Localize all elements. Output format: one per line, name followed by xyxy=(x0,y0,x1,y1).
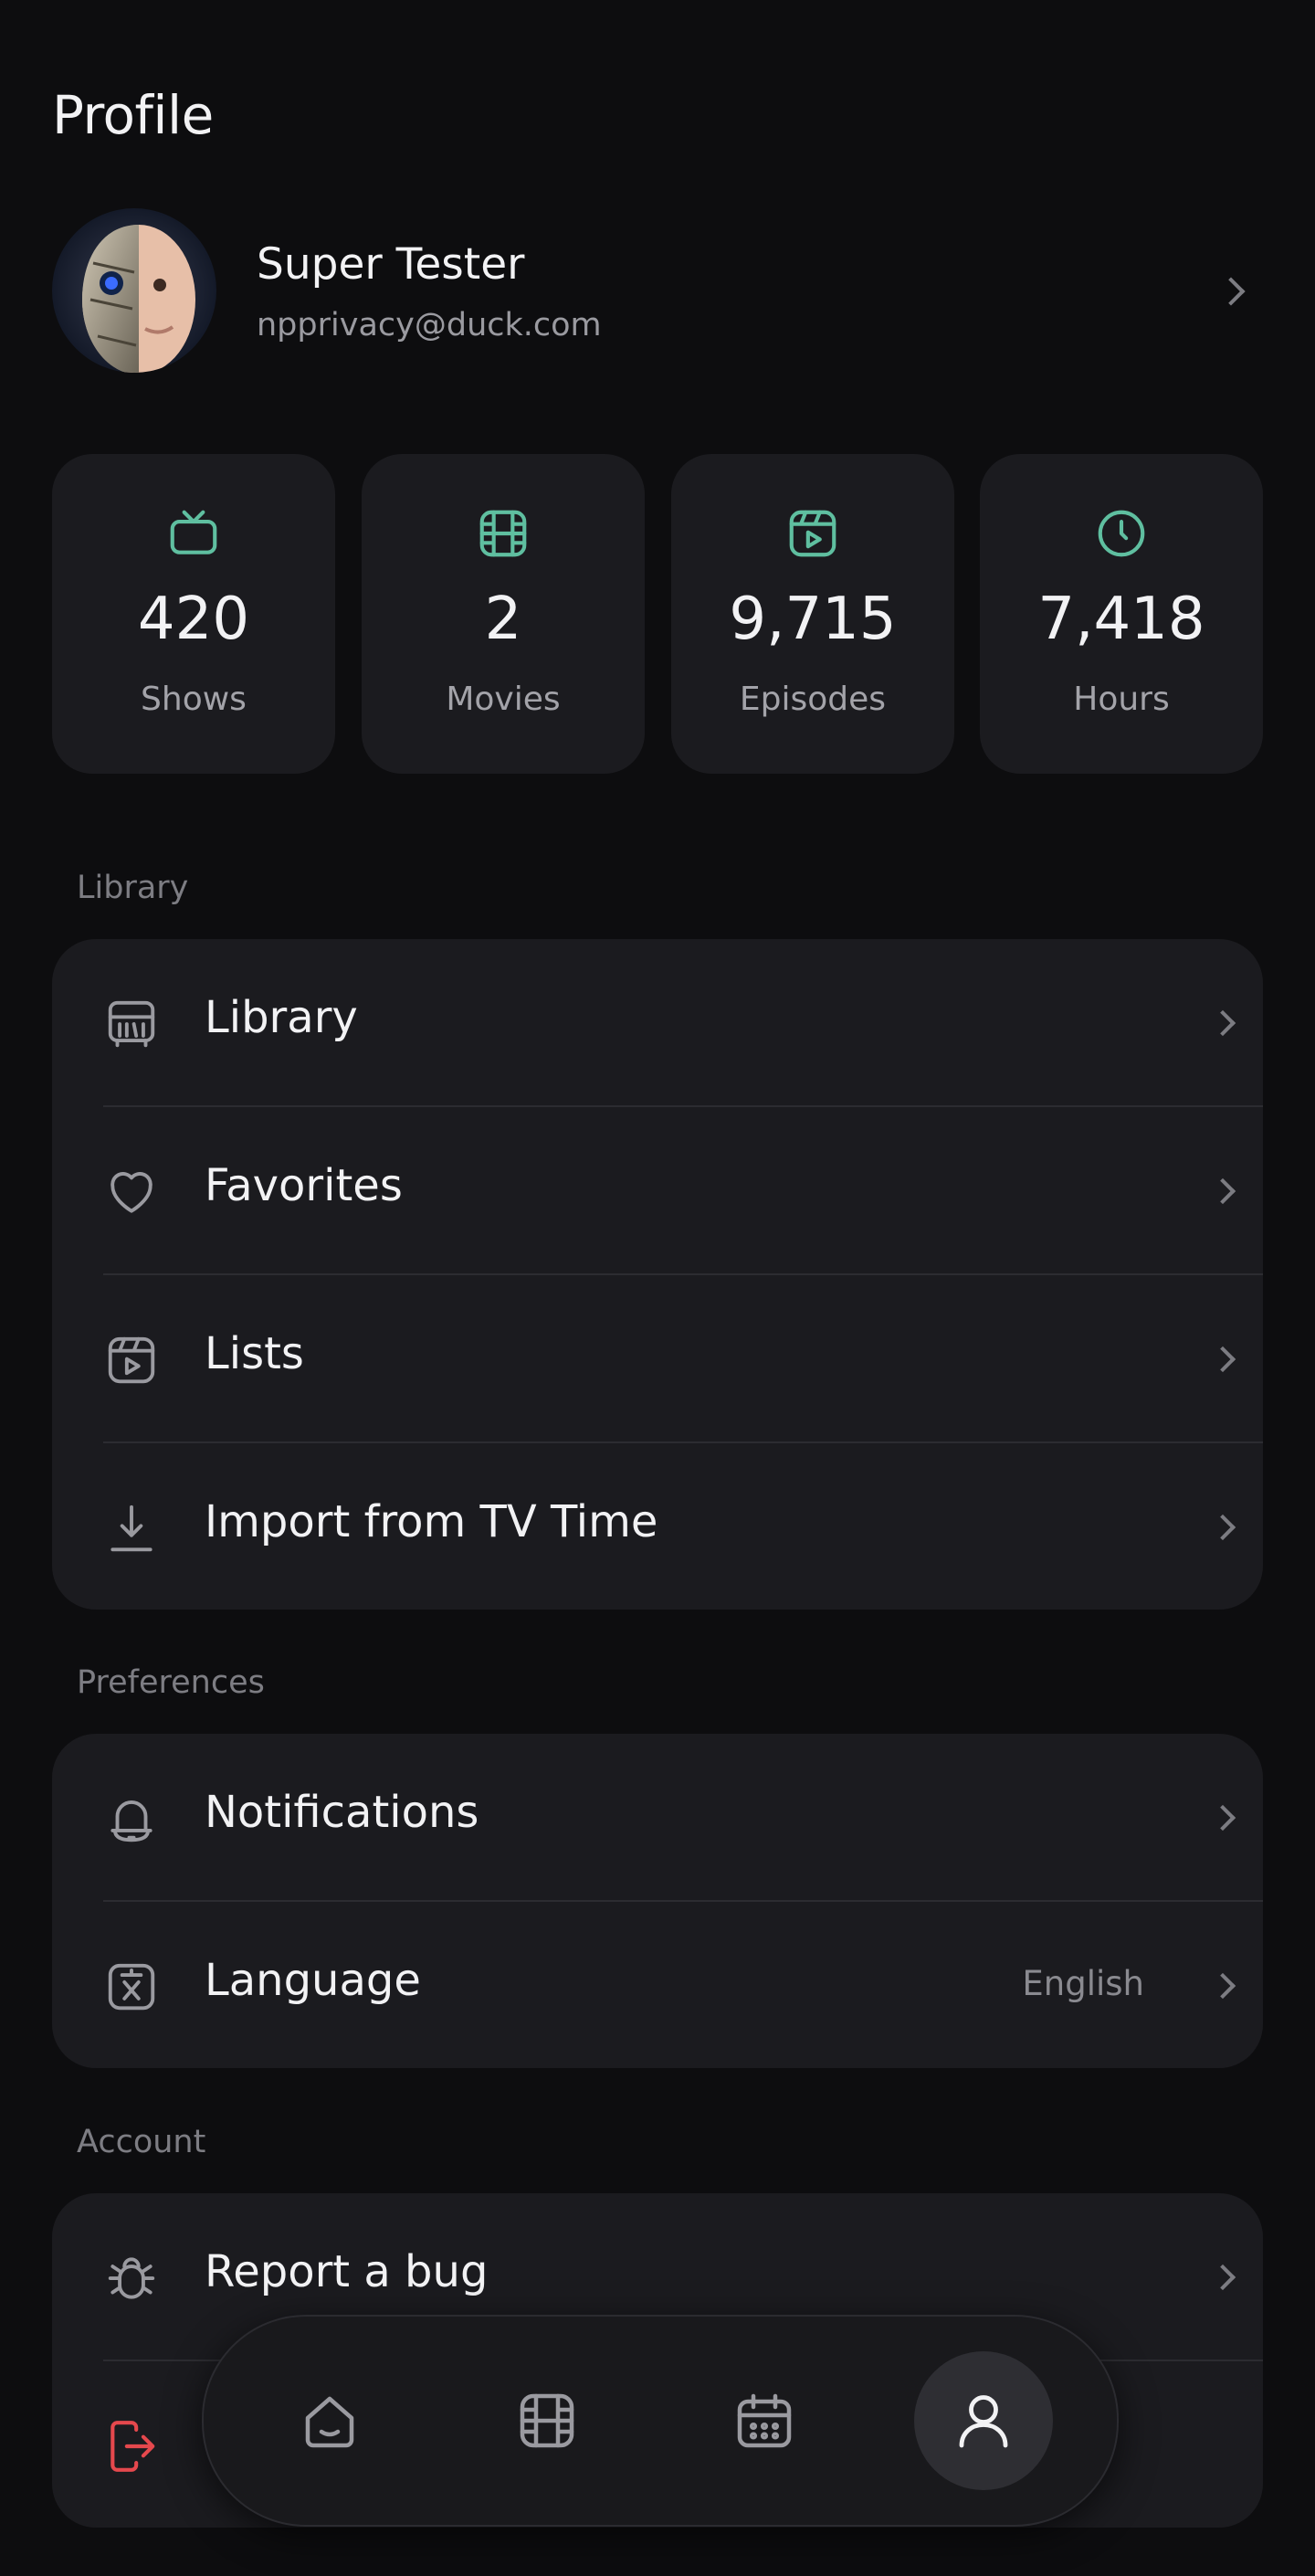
bug-icon xyxy=(108,2257,155,2299)
stat-card-shows[interactable]: 420 Shows xyxy=(52,454,335,774)
clock-icon xyxy=(1098,510,1145,557)
tab-home[interactable] xyxy=(260,2351,399,2490)
home-icon xyxy=(305,2396,354,2448)
section-label-account: Account xyxy=(77,2124,206,2160)
menu-item-label: Library xyxy=(205,992,358,1043)
menu-item-label: Lists xyxy=(205,1328,304,1379)
menu-item-language[interactable]: Language English xyxy=(52,1902,1263,2068)
library-icon xyxy=(108,1000,155,1048)
heart-icon xyxy=(110,1172,153,1213)
tab-profile[interactable] xyxy=(914,2351,1053,2490)
stat-card-hours[interactable]: 7,418 Hours xyxy=(980,454,1263,774)
menu-item-lists[interactable]: Lists xyxy=(52,1275,1263,1443)
tab-calendar[interactable] xyxy=(695,2351,834,2490)
stat-label: Shows xyxy=(141,681,247,718)
menu-item-library[interactable]: Library xyxy=(52,939,1263,1107)
film-icon xyxy=(520,2393,574,2448)
chevron-right-icon xyxy=(1209,1514,1236,1541)
profile-email: npprivacy@duck.com xyxy=(257,307,602,343)
section-label-library: Library xyxy=(77,870,189,906)
stat-value: 7,418 xyxy=(1037,586,1205,653)
logout-icon xyxy=(110,2421,155,2472)
chevron-right-icon xyxy=(1216,277,1246,306)
clapper-icon xyxy=(108,1336,155,1384)
bell-icon xyxy=(110,1800,153,1842)
stat-card-episodes[interactable]: 9,715 Episodes xyxy=(671,454,954,774)
chevron-right-icon xyxy=(1209,1972,1236,2000)
menu-item-label: Language xyxy=(205,1955,421,2006)
avatar[interactable] xyxy=(52,208,216,373)
film-icon xyxy=(479,510,527,557)
tv-icon xyxy=(170,510,217,554)
menu-item-label: Notifications xyxy=(205,1787,479,1838)
tab-movies[interactable] xyxy=(478,2351,616,2490)
stat-label: Episodes xyxy=(739,681,887,718)
section-label-preferences: Preferences xyxy=(77,1664,265,1701)
page-title: Profile xyxy=(52,84,214,146)
chevron-right-icon xyxy=(1209,2264,1236,2291)
stat-label: Movies xyxy=(446,681,561,718)
clapper-icon xyxy=(789,510,836,557)
stat-value: 2 xyxy=(484,586,522,653)
chevron-right-icon xyxy=(1209,1009,1236,1037)
stat-value: 420 xyxy=(137,586,250,653)
tab-bar xyxy=(202,2315,1119,2527)
preferences-card: Notifications Language English xyxy=(52,1734,1263,2068)
chevron-right-icon xyxy=(1209,1804,1236,1832)
user-icon xyxy=(959,2395,1008,2448)
menu-item-notifications[interactable]: Notifications xyxy=(52,1734,1263,1902)
calendar-icon xyxy=(737,2393,792,2448)
chevron-right-icon xyxy=(1209,1177,1236,1205)
translate-icon xyxy=(108,1963,155,2011)
menu-item-label: Favorites xyxy=(205,1160,403,1211)
library-card: Library Favorites Lists Import from TV T… xyxy=(52,939,1263,1610)
download-icon xyxy=(110,1504,153,1552)
profile-name: Super Tester xyxy=(257,239,525,290)
chevron-right-icon xyxy=(1209,1346,1236,1373)
stats-grid: 420 Shows 2 Movies 9,715 Episodes 7,418 … xyxy=(52,454,1263,774)
menu-item-import[interactable]: Import from TV Time xyxy=(52,1443,1263,1610)
menu-item-label: Import from TV Time xyxy=(205,1496,658,1547)
language-value: English xyxy=(1022,1964,1144,2003)
stat-value: 9,715 xyxy=(729,586,897,653)
menu-item-label: Report a bug xyxy=(205,2246,489,2297)
menu-item-favorites[interactable]: Favorites xyxy=(52,1107,1263,1275)
profile-row[interactable]: Super Tester npprivacy@duck.com xyxy=(52,208,1263,377)
stat-card-movies[interactable]: 2 Movies xyxy=(362,454,645,774)
stat-label: Hours xyxy=(1073,681,1170,718)
